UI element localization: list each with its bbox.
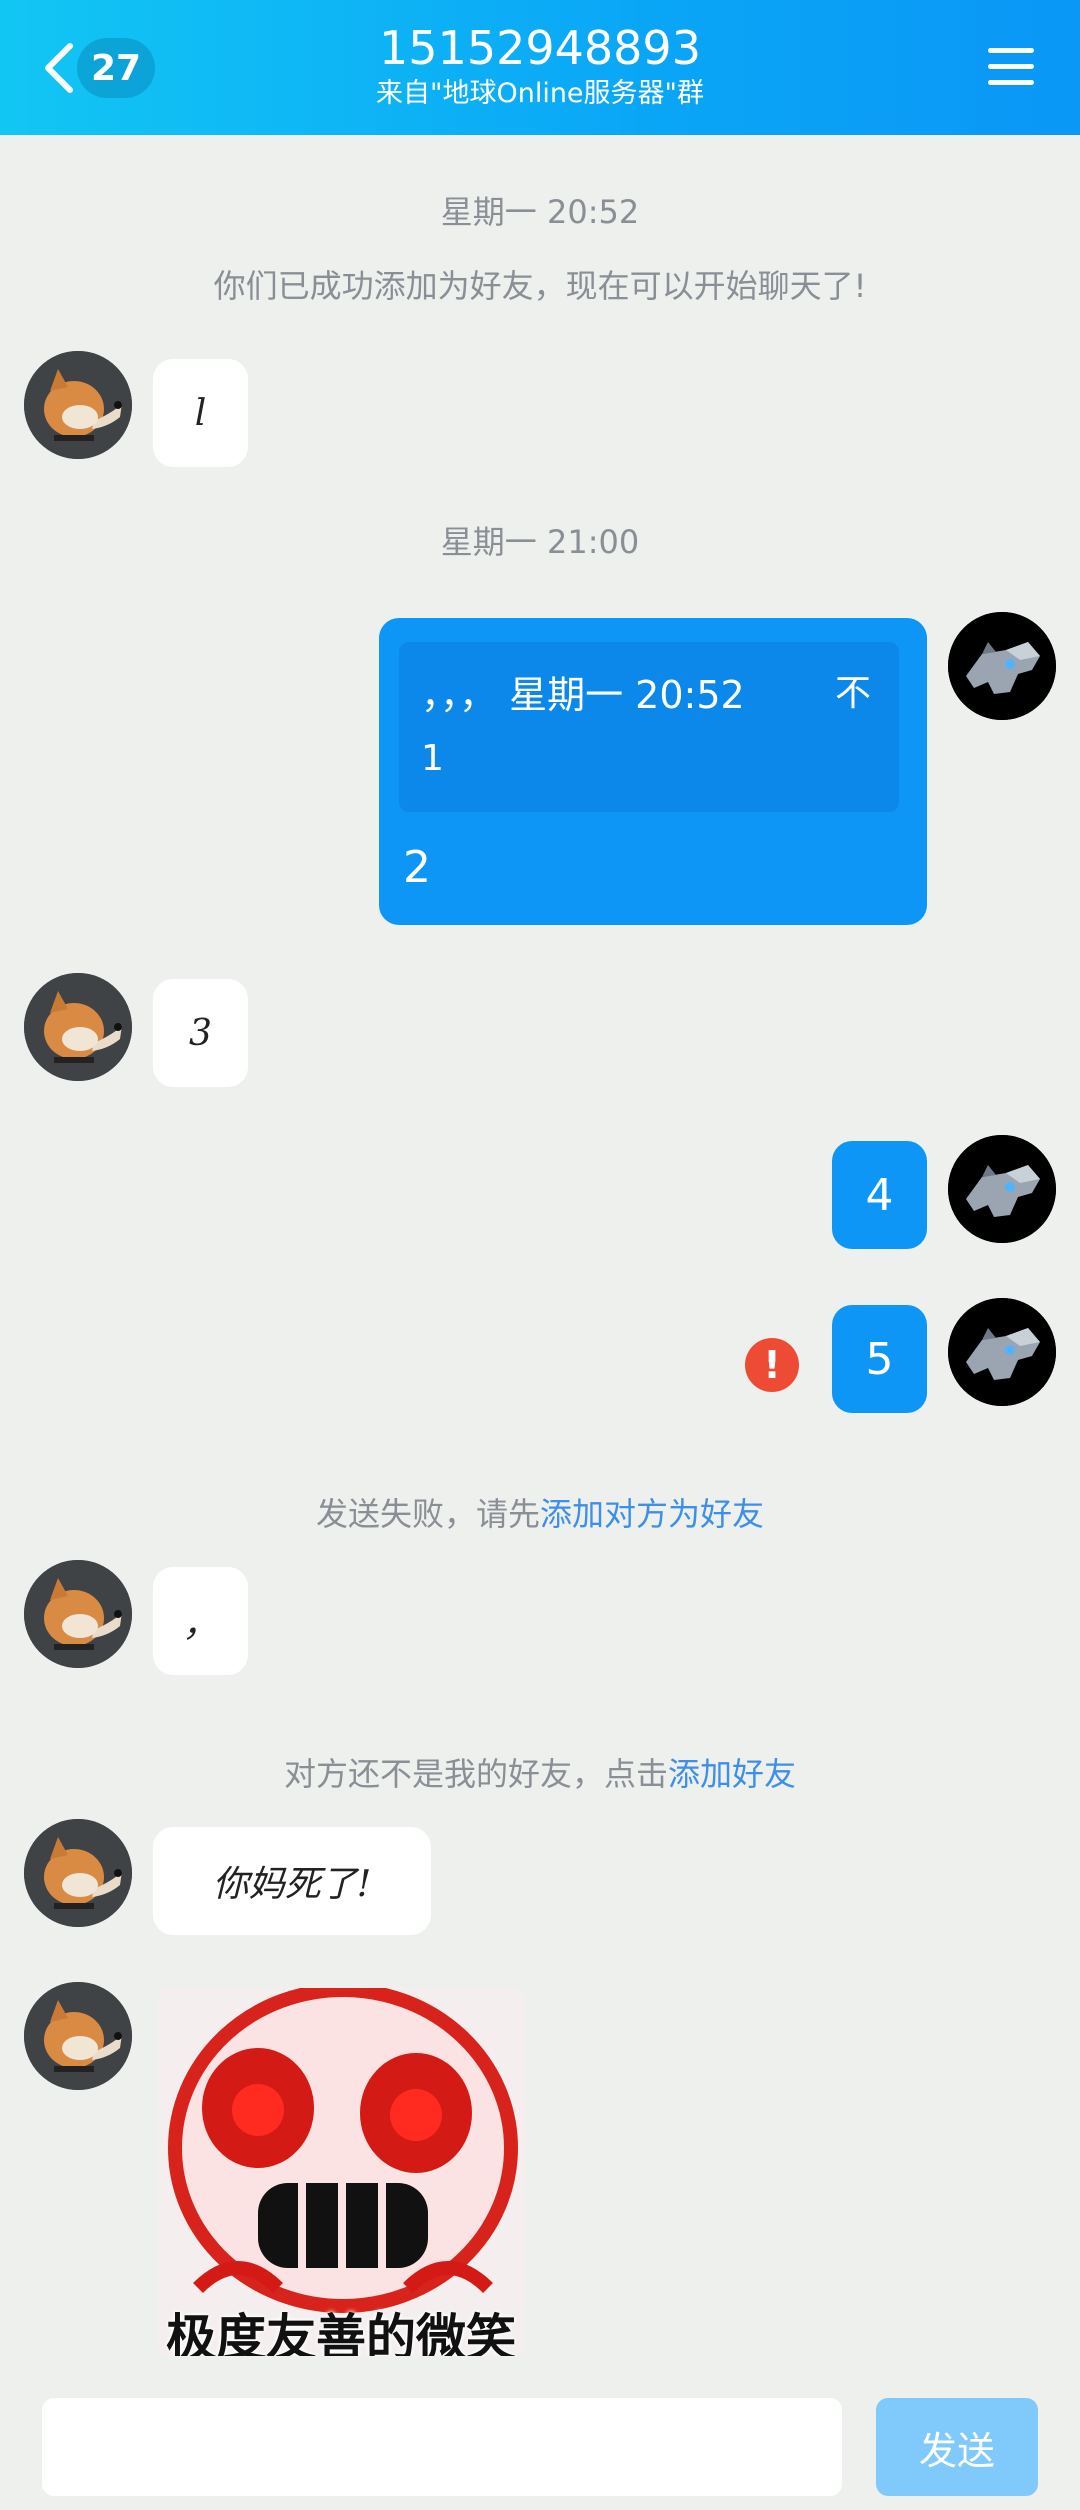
quote-pin-icon[interactable]: 不 [835, 664, 871, 716]
not-friend-text: 对方还不是我的好友，点击 [283, 1755, 668, 1793]
system-message: 你们已成功添加为好友，现在可以开始聊天了! [213, 267, 867, 305]
back-button[interactable]: 27 [30, 36, 165, 100]
shiba-avatar[interactable] [24, 351, 132, 459]
quoted-message[interactable]: ，，， 星期一 20:52 不 1 [399, 642, 899, 812]
title-block: 15152948893 来自"地球Online服务器"群 [240, 20, 840, 112]
chat-subtitle: 来自"地球Online服务器"群 [376, 78, 704, 109]
sticker-caption: 极度友善的微笑 [166, 2309, 516, 2356]
message-text: 2 [403, 842, 431, 893]
send-failed-text: 发送失败，请先 [315, 1495, 540, 1533]
send-failed-notice: 发送失败，请先添加对方为好友 [0, 1489, 1080, 1535]
message-bubble[interactable]: ， [153, 1567, 248, 1675]
robot-wolf-avatar[interactable] [948, 1298, 1056, 1406]
not-friend-notice: 对方还不是我的好友，点击添加好友 [0, 1749, 1080, 1795]
menu-icon[interactable] [988, 44, 1034, 90]
error-icon[interactable]: ! [745, 1338, 799, 1392]
message-bubble[interactable]: l [153, 359, 248, 467]
quote-body: 1 [421, 738, 444, 779]
message-bubble[interactable]: 5 [832, 1305, 927, 1413]
chat-title: 15152948893 [379, 21, 701, 75]
back-chevron-icon [45, 43, 73, 93]
timestamp: 星期一 21:00 [440, 523, 640, 561]
shiba-avatar[interactable] [24, 1560, 132, 1668]
robot-wolf-avatar[interactable] [948, 612, 1056, 720]
message-bubble[interactable]: 你妈死了! [153, 1827, 431, 1935]
unread-badge: 27 [77, 38, 155, 98]
sticker-image[interactable]: 极度友善的微笑 [158, 1988, 525, 2356]
shiba-avatar[interactable] [24, 973, 132, 1081]
message-input[interactable] [42, 2398, 842, 2496]
quote-header: ，，， 星期一 20:52 [421, 673, 745, 717]
reply-message-bubble[interactable]: ，，， 星期一 20:52 不 1 2 [379, 618, 927, 925]
add-friend-link[interactable]: 添加对方为好友 [540, 1495, 764, 1533]
add-friend-link[interactable]: 添加好友 [668, 1755, 796, 1793]
send-button[interactable]: 发送 [876, 2398, 1038, 2496]
shiba-avatar[interactable] [24, 1819, 132, 1927]
message-list[interactable]: 星期一 20:52 你们已成功添加为好友，现在可以开始聊天了! l 星期一 21… [0, 135, 1080, 2378]
message-bubble[interactable]: 4 [832, 1141, 927, 1249]
shiba-avatar[interactable] [24, 1982, 132, 2090]
robot-wolf-avatar[interactable] [948, 1135, 1056, 1243]
chat-header: 27 15152948893 来自"地球Online服务器"群 [0, 0, 1080, 135]
message-bubble[interactable]: 3 [153, 979, 248, 1087]
input-bar: 发送 [0, 2378, 1080, 2510]
timestamp: 星期一 20:52 [440, 193, 640, 231]
